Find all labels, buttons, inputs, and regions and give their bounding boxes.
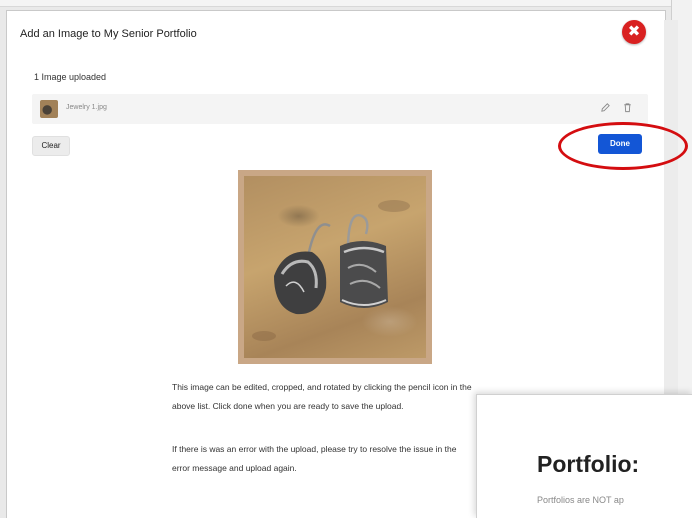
done-button[interactable]: Done — [598, 134, 642, 154]
close-button[interactable]: ✖ — [622, 20, 646, 44]
upload-count: 1 Image uploaded — [34, 72, 107, 82]
background-window-strip — [0, 0, 692, 7]
file-thumbnail — [40, 100, 58, 118]
portfolio-overlay-panel: Portfolio: Portfolios are NOT ap — [476, 394, 692, 518]
file-name: Jewelry 1.jpg — [66, 104, 107, 111]
uploaded-file-row: Jewelry 1.jpg — [32, 94, 648, 124]
pencil-icon[interactable] — [598, 100, 612, 116]
close-icon: ✖ — [627, 23, 641, 40]
overlay-text: Portfolios are NOT ap — [537, 495, 624, 505]
trash-icon[interactable] — [620, 100, 634, 116]
modal-title: Add an Image to My Senior Portfolio — [20, 28, 197, 40]
image-preview — [244, 176, 426, 358]
overlay-title: Portfolio: — [537, 451, 640, 477]
clear-button[interactable]: Clear — [32, 136, 70, 156]
error-help-paragraph: If there is was an error with the upload… — [172, 444, 457, 473]
instructions-paragraph: This image can be edited, cropped, and r… — [172, 382, 472, 411]
image-preview-frame — [238, 170, 432, 364]
